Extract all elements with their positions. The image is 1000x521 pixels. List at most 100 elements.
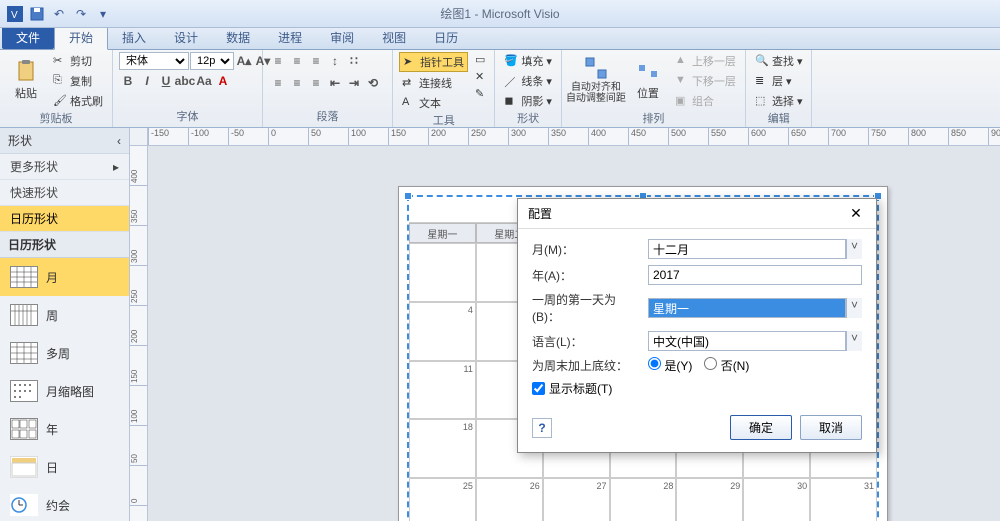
cal-header: 星期一 [409,223,476,243]
strikethrough-button[interactable]: abc [176,72,194,90]
format-painter-button[interactable]: 🖌格式刷 [50,92,106,110]
align-bottom-icon[interactable]: ≡ [307,52,325,70]
align-center-icon[interactable]: ≡ [288,74,306,92]
bullets-icon[interactable]: ∷ [345,52,363,70]
line-button[interactable]: ／线条 ▾ [501,72,555,90]
fill-button[interactable]: 🪣填充 ▾ [501,52,555,70]
group-clipboard: 粘贴 ✂剪切 ⎘复制 🖌格式刷 剪贴板 [0,50,113,127]
shadow-button[interactable]: ◼阴影 ▾ [501,92,555,110]
rectangle-tool-icon[interactable]: ▭ [472,52,488,67]
italic-button[interactable]: I [138,72,156,90]
save-icon[interactable] [28,5,46,23]
quick-access-toolbar: V ↶ ↷ ▾ [0,5,118,23]
case-button[interactable]: Aa [195,72,213,90]
qat-dropdown-icon[interactable]: ▾ [94,5,112,23]
ruler-horizontal: -150-100-5005010015020025030035040045050… [148,128,1000,146]
font-color-button[interactable]: A [214,72,232,90]
layer-button[interactable]: ≣层 ▾ [752,72,806,90]
tab-design[interactable]: 设计 [160,26,212,49]
tab-view[interactable]: 视图 [368,26,420,49]
cal-cell: 30 [743,478,810,521]
redo-icon[interactable]: ↷ [72,5,90,23]
font-size-select[interactable]: 12pt [190,52,234,70]
ruler-vertical: 400350300250200150100500-50 [130,146,148,521]
shape-day[interactable]: 日 [0,448,129,486]
connector-button[interactable]: ⇄连接线 [399,74,468,92]
position-button[interactable]: 位置 [628,52,668,108]
find-button[interactable]: 🔍查找 ▾ [752,52,806,70]
indent-dec-icon[interactable]: ⇤ [326,74,344,92]
help-icon[interactable]: ? [532,418,552,438]
collapse-icon[interactable]: ‹ [117,134,121,148]
tab-process[interactable]: 进程 [264,26,316,49]
align-top-icon[interactable]: ≡ [269,52,287,70]
lang-select[interactable] [648,331,846,351]
radio-no[interactable]: 否(N) [704,357,749,374]
resize-handle-nw[interactable] [404,192,412,200]
orientation-icon[interactable]: ↕ [326,52,344,70]
year-label: 年(A)： [532,267,642,284]
x-tool-icon[interactable]: ✕ [472,69,488,84]
calendar-shapes-cat[interactable]: 日历形状 [0,206,129,232]
shape-multiweek[interactable]: 多周 [0,334,129,372]
cal-cell: 27 [543,478,610,521]
multiweek-thumb-icon [10,342,38,364]
align-right-icon[interactable]: ≡ [307,74,325,92]
align-middle-icon[interactable]: ≡ [288,52,306,70]
cal-cell: 31 [810,478,877,521]
tab-insert[interactable]: 插入 [108,26,160,49]
month-label: 月(M)： [532,241,642,258]
shapes-header[interactable]: 形状‹ [0,128,129,154]
cancel-button[interactable]: 取消 [800,415,862,440]
ruler-corner [130,128,148,146]
dialog-titlebar[interactable]: 配置 ✕ [518,199,876,229]
month-select[interactable] [648,239,846,259]
firstday-dropdown-icon[interactable]: ˅ [846,298,862,318]
shape-week[interactable]: 周 [0,296,129,334]
cal-cell: 11 [409,361,476,420]
increase-font-icon[interactable]: A▴ [235,52,253,70]
close-icon[interactable]: ✕ [846,205,866,222]
more-shapes[interactable]: 更多形状▸ [0,154,129,180]
radio-yes[interactable]: 是(Y) [648,357,692,374]
pencil-tool-icon[interactable]: ✎ [472,86,488,101]
year-input[interactable] [648,265,862,285]
shape-year[interactable]: 年 [0,410,129,448]
firstday-select[interactable] [648,298,846,318]
paste-button[interactable]: 粘贴 [6,52,46,108]
tab-data[interactable]: 数据 [212,26,264,49]
visio-icon[interactable]: V [6,5,24,23]
copy-button[interactable]: ⎘复制 [50,72,106,90]
show-title-checkbox[interactable] [532,382,545,395]
tab-calendar[interactable]: 日历 [420,26,472,49]
shape-month-thumb[interactable]: 月缩略图 [0,372,129,410]
pointer-tool-button[interactable]: ➤指针工具 [399,52,468,72]
align-left-icon[interactable]: ≡ [269,74,287,92]
rotate-text-icon[interactable]: ⟲ [364,74,382,92]
cal-cell: 25 [409,478,476,521]
shape-label: 形状 [501,110,555,127]
undo-icon[interactable]: ↶ [50,5,68,23]
shape-appointment[interactable]: 约会 [0,486,129,521]
show-title-label: 显示标题(T) [549,380,612,397]
appt-thumb-icon [10,494,38,516]
tab-review[interactable]: 审阅 [316,26,368,49]
text-tool-button[interactable]: A文本 [399,94,468,112]
cut-button[interactable]: ✂剪切 [50,52,106,70]
shape-month[interactable]: 月 [0,258,129,296]
dialog-title-text: 配置 [528,205,552,222]
tab-file[interactable]: 文件 [2,26,54,49]
underline-button[interactable]: U [157,72,175,90]
dialog-footer: ? 确定 取消 [518,407,876,452]
year-thumb-icon [10,418,38,440]
quick-shapes[interactable]: 快速形状 [0,180,129,206]
lang-dropdown-icon[interactable]: ˅ [846,331,862,351]
font-family-select[interactable]: 宋体 [119,52,189,70]
bold-button[interactable]: B [119,72,137,90]
auto-align-button[interactable]: 自动对齐和 自动调整间距 [568,52,624,108]
tab-home[interactable]: 开始 [54,25,108,50]
select-button[interactable]: ⬚选择 ▾ [752,92,806,110]
month-dropdown-icon[interactable]: ˅ [846,239,862,259]
indent-inc-icon[interactable]: ⇥ [345,74,363,92]
ok-button[interactable]: 确定 [730,415,792,440]
